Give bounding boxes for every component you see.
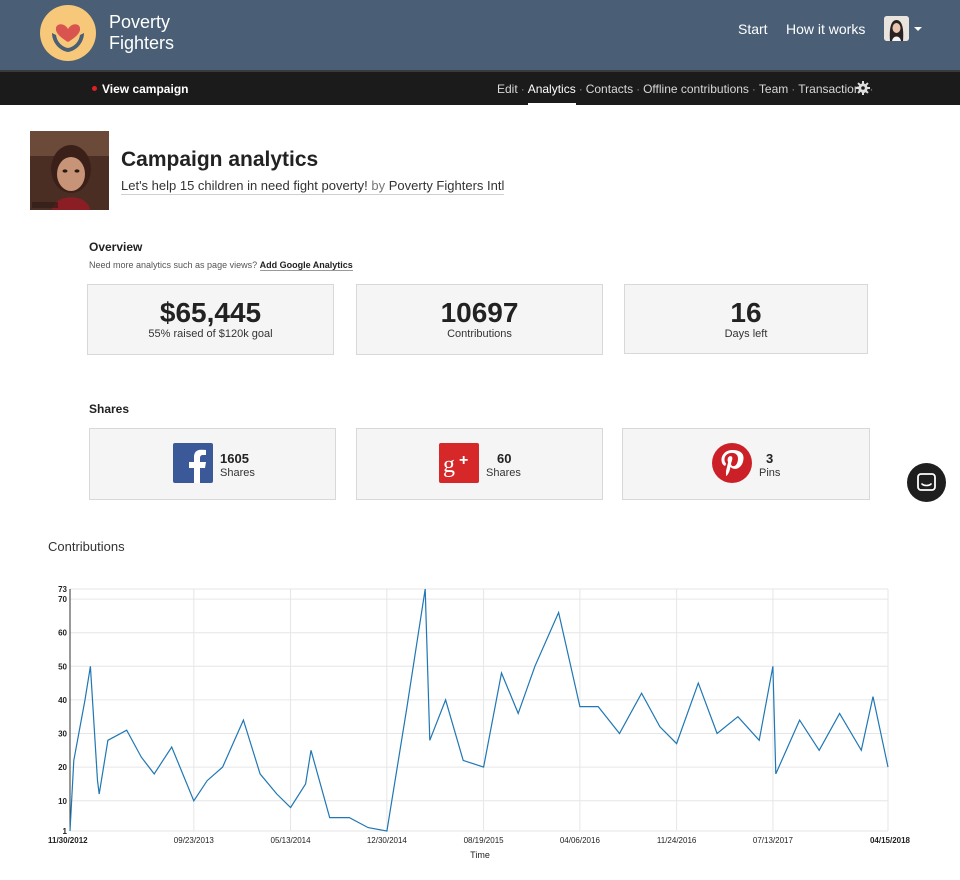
share-card-pinterest: 3 Pins [622, 428, 870, 500]
separator: · [791, 82, 796, 96]
x-tick-label: 09/23/2013 [174, 836, 215, 845]
chat-launcher-button[interactable] [907, 463, 946, 502]
contributions-chart: 1 10 20 30 40 50 60 7073 11/30/2012 09/23/2013 05… [48, 585, 911, 860]
user-avatar[interactable] [884, 16, 909, 41]
share-label: Shares [486, 467, 521, 479]
view-campaign-link[interactable]: View campaign [92, 82, 188, 96]
x-tick-label: 04/06/2016 [560, 836, 601, 845]
share-label: Pins [759, 467, 781, 479]
campaign-tagline: Let's help 15 children in need fight pov… [121, 178, 505, 195]
series-line [69, 588, 889, 832]
by-label: by [371, 178, 386, 193]
x-tick-label: 05/13/2014 [271, 836, 312, 845]
overview-note: Need more analytics such as page views? … [89, 260, 353, 271]
heart-hands-icon [52, 24, 84, 52]
x-axis: 11/30/2012 09/23/2013 05/13/2014 12/30/2014… [48, 836, 911, 845]
y-axis: 1 10 20 30 40 50 60 7073 [58, 585, 71, 836]
facebook-icon [173, 443, 213, 483]
x-tick-label: 07/13/2017 [753, 836, 794, 845]
stat-value: 16 [730, 297, 762, 328]
share-count: 60 [497, 451, 512, 466]
organizer-link[interactable]: Poverty Fighters Intl [389, 178, 505, 193]
x-tick-label: 11/30/2012 [48, 836, 88, 845]
brand-name: Poverty Fighters [109, 12, 174, 54]
contributions-chart-title: Contributions [48, 539, 125, 554]
subnav-items: Edit · Analytics · Contacts · Offline contribu… [497, 82, 877, 96]
tab-team[interactable]: Team [759, 82, 788, 96]
stat-label: Contributions [447, 328, 512, 340]
brand-line-2: Fighters [109, 33, 175, 53]
pinterest-icon [712, 443, 752, 483]
separator: · [869, 82, 874, 96]
svg-text:g: g [443, 452, 455, 478]
chevron-down-icon[interactable] [914, 27, 922, 31]
y-tick-label: 10 [58, 797, 67, 806]
page-title: Campaign analytics [121, 148, 319, 171]
tab-analytics[interactable]: Analytics [528, 82, 576, 96]
campaign-subnav: View campaign Edit · Analytics · Contacts · Of… [0, 70, 960, 105]
stat-value: 10697 [440, 297, 519, 328]
stat-label: Days left [724, 328, 768, 340]
stat-card-raised: $65,445 55% raised of $120k goal [87, 284, 334, 355]
add-google-analytics-link[interactable]: Add Google Analytics [259, 260, 353, 271]
x-tick-label: 12/30/2014 [367, 836, 408, 845]
stat-label: 55% raised of $120k goal [148, 328, 273, 340]
y-tick-label: 73 [58, 585, 67, 594]
tab-offline-contributions[interactable]: Offline contributions [643, 82, 749, 96]
y-tick-label: 1 [63, 827, 68, 836]
overview-note-text: Need more analytics such as page views? [89, 260, 258, 270]
x-tick-label: 08/19/2015 [464, 836, 505, 845]
google-plus-icon: g + [439, 443, 479, 483]
shares-heading: Shares [89, 402, 130, 416]
y-tick-label: 70 [58, 595, 67, 604]
separator: · [578, 82, 583, 96]
y-tick-label: 30 [58, 730, 67, 739]
top-header: Poverty Fighters Start How it works [0, 0, 960, 70]
user-avatar-icon [884, 16, 909, 41]
gear-icon[interactable] [856, 81, 870, 95]
separator: · [751, 82, 756, 96]
overview-heading: Overview [89, 240, 143, 254]
stat-card-days-left: 16 Days left [624, 284, 868, 354]
y-tick-label: 20 [58, 763, 67, 772]
svg-text:+: + [459, 452, 468, 469]
logo[interactable] [40, 5, 96, 61]
nav-how-it-works-link[interactable]: How it works [786, 21, 865, 37]
tab-edit[interactable]: Edit [497, 82, 518, 96]
child-photo-image [30, 131, 109, 210]
nav-start-link[interactable]: Start [738, 21, 768, 37]
separator: · [636, 82, 641, 96]
stat-value: $65,445 [159, 297, 262, 328]
x-tick-label: 11/24/2016 [657, 836, 697, 845]
stat-card-contributions: 10697 Contributions [356, 284, 603, 355]
x-axis-label: Time [470, 850, 490, 860]
y-tick-label: 60 [58, 629, 67, 638]
campaign-thumbnail [30, 131, 109, 210]
share-card-google-plus: g + 60 Shares [356, 428, 603, 500]
y-tick-label: 50 [58, 662, 67, 671]
tab-contacts[interactable]: Contacts [586, 82, 633, 96]
live-dot-icon [92, 86, 97, 92]
brand-line-1: Poverty [109, 12, 171, 32]
y-tick-label: 40 [58, 696, 67, 705]
x-tick-label: 04/15/2018 [870, 836, 911, 845]
campaign-tagline-text: Let's help 15 children in need fight pov… [121, 178, 368, 193]
share-count: 1605 [220, 451, 249, 466]
view-campaign-label: View campaign [102, 82, 189, 96]
separator: · [520, 82, 525, 96]
share-count: 3 [766, 451, 774, 466]
share-label: Shares [220, 467, 255, 479]
share-card-facebook: 1605 Shares [89, 428, 336, 500]
chat-icon [917, 473, 936, 491]
